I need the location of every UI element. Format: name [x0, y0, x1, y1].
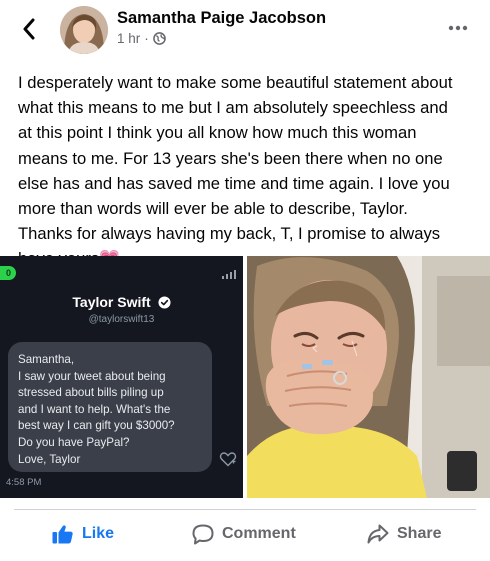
avatar[interactable]	[60, 6, 108, 54]
dm-contact-name: Taylor Swift	[72, 294, 151, 310]
post-time[interactable]: 1 hr	[117, 31, 140, 46]
chevron-left-icon	[23, 18, 35, 40]
globe-icon	[152, 32, 166, 45]
dm-message-line: Love, Taylor	[18, 452, 81, 466]
like-label: Like	[82, 525, 115, 542]
dm-timestamp: 4:58 PM	[6, 477, 42, 488]
actions-divider	[14, 509, 476, 510]
verified-badge-icon	[158, 296, 171, 309]
thumbs-up-icon	[52, 525, 73, 544]
post-header: Samantha Paige Jacobson 1 hr ·	[0, 0, 490, 62]
comment-bubble-icon	[192, 524, 214, 544]
post-text-line: I desperately want to make some beautifu…	[18, 73, 453, 92]
post-text-line: else has and has saved me time and time …	[18, 173, 450, 193]
more-options-button[interactable]	[444, 18, 472, 38]
dm-message-line: and I want to help. What's the	[18, 402, 171, 416]
status-indicator: 0	[0, 266, 16, 280]
share-arrow-icon	[367, 524, 389, 544]
dm-message-line: stressed about bills piling up	[18, 386, 164, 400]
share-label: Share	[397, 525, 442, 542]
dm-contact: Taylor Swift	[0, 294, 243, 310]
post-media: 0 Taylor Swift @taylorswift13 Samantha, …	[0, 256, 490, 498]
dm-message-line: best way I can gift you $3000?	[18, 419, 175, 433]
signal-icon	[222, 270, 236, 279]
post-actions: Like Comment Share	[0, 514, 490, 554]
post-text-line: at this point I think you all know how m…	[18, 123, 417, 143]
post-text-line: Thanks for always having my back, T, I p…	[18, 224, 441, 244]
more-horizontal-icon	[448, 25, 468, 31]
comment-label: Comment	[222, 525, 296, 542]
dm-message-bubble: Samantha, I saw your tweet about being s…	[8, 342, 212, 472]
post-text-line: means to me. For 13 years she's been the…	[18, 148, 443, 168]
dm-contact-handle: @taylorswift13	[88, 314, 155, 325]
post-text-line: more than words will ever be able to des…	[18, 199, 408, 219]
comment-button[interactable]: Comment	[192, 514, 296, 554]
author-name[interactable]: Samantha Paige Jacobson	[117, 9, 326, 28]
share-button[interactable]: Share	[367, 514, 441, 554]
dm-message-line: Do you have PayPal?	[18, 435, 130, 449]
photo-illustration	[247, 256, 490, 498]
post-meta: 1 hr ·	[117, 31, 166, 46]
post-text-line: what this means to me but I am absolutel…	[18, 98, 448, 118]
crying-woman-photo[interactable]	[247, 256, 490, 498]
tweet-screenshot-image[interactable]: 0 Taylor Swift @taylorswift13 Samantha, …	[0, 256, 243, 498]
back-button[interactable]	[14, 14, 44, 44]
heart-outline-icon	[219, 452, 237, 467]
dm-message-line: I saw your tweet about being	[18, 369, 166, 383]
like-button[interactable]: Like	[52, 514, 114, 554]
post-text: I desperately want to make some beautifu…	[18, 70, 476, 272]
dm-message-line: Samantha,	[18, 353, 75, 366]
avatar-image	[60, 6, 108, 54]
meta-separator: ·	[144, 31, 149, 46]
